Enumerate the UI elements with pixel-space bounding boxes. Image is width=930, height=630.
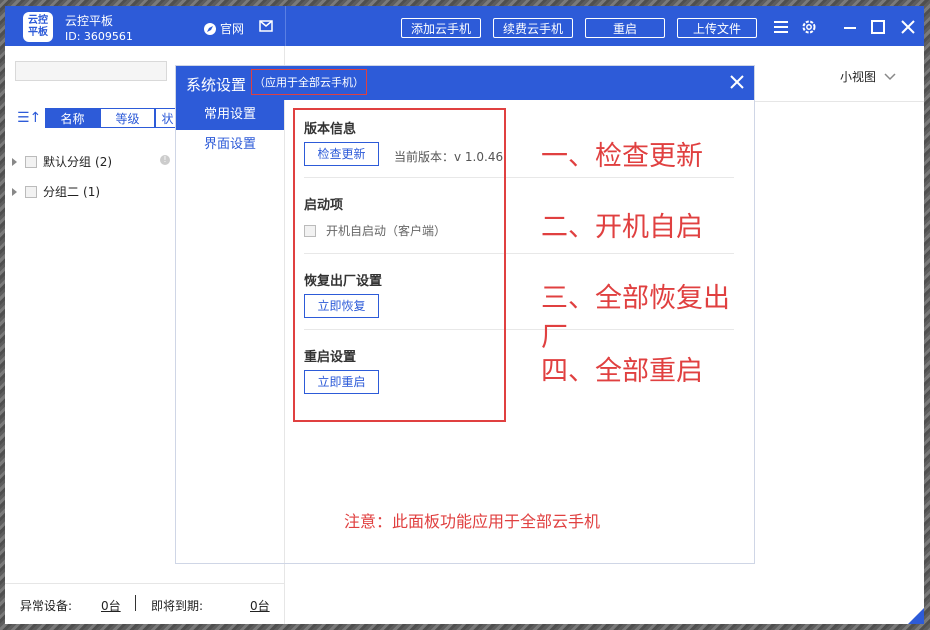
app-id: ID: 3609561 xyxy=(65,30,133,43)
system-settings-dialog: 系统设置 （应用于全部云手机） 常用设置 界面设置 版本信息 检查更新 当前版本… xyxy=(175,65,755,564)
annotation-3: 三、全部恢复出厂 xyxy=(541,283,730,353)
group-checkbox[interactable] xyxy=(25,185,37,198)
official-site-link[interactable]: 官网 xyxy=(203,20,244,37)
restart-button[interactable]: 重启 xyxy=(585,18,665,38)
view-mode-label: 小视图 xyxy=(839,70,876,84)
sort-tab-name[interactable]: 名称 xyxy=(45,108,100,128)
minimize-icon[interactable] xyxy=(841,18,859,36)
nav-general-settings[interactable]: 常用设置 xyxy=(176,100,284,130)
annotation-2: 二、开机自启 xyxy=(541,212,703,243)
expand-arrow-icon[interactable] xyxy=(12,157,17,166)
upload-file-button[interactable]: 上传文件 xyxy=(677,18,757,38)
compass-icon xyxy=(204,22,216,35)
group-count: (2) xyxy=(95,154,113,169)
dialog-title: 系统设置 xyxy=(186,76,247,94)
sort-tabs: 名称 等级 状 xyxy=(45,108,180,128)
group-checkbox[interactable] xyxy=(25,155,37,168)
mail-icon[interactable] xyxy=(259,20,273,32)
group-label: 分组二 xyxy=(43,185,80,199)
group-item-default[interactable]: 默认分组 (2) xyxy=(12,153,112,170)
nav-interface-settings[interactable]: 界面设置 xyxy=(176,130,284,160)
group-item-two[interactable]: 分组二 (1) xyxy=(12,183,100,200)
annotation-1: 一、检查更新 xyxy=(541,141,703,172)
titlebar-divider xyxy=(285,6,286,46)
dialog-close-icon[interactable] xyxy=(728,73,746,91)
group-label: 默认分组 xyxy=(43,155,92,169)
status-footer: 异常设备: 0台 即将到期: 0台 xyxy=(5,583,284,624)
chevron-down-icon xyxy=(884,72,896,80)
gear-icon[interactable] xyxy=(800,18,818,36)
abnormal-count-link[interactable]: 0台 xyxy=(101,597,121,614)
official-site-label: 官网 xyxy=(220,22,245,36)
settings-nav: 常用设置 界面设置 xyxy=(176,100,285,563)
abnormal-label: 异常设备: xyxy=(20,599,73,613)
panel-note: 注意：此面板功能应用于全部云手机 xyxy=(344,512,601,531)
expiring-count-link[interactable]: 0台 xyxy=(250,597,270,614)
sort-tab-level[interactable]: 等级 xyxy=(100,108,155,128)
title-bar: 云控 平板 云控平板 ID: 3609561 官网 添加云手机 续费云手机 重启 … xyxy=(5,6,924,46)
dialog-subtitle: （应用于全部云手机） xyxy=(251,69,367,95)
view-mode-select[interactable]: 小视图 xyxy=(840,68,896,85)
expiring-label: 即将到期: xyxy=(151,599,204,613)
resize-handle[interactable] xyxy=(908,608,924,624)
dialog-header: 系统设置 （应用于全部云手机） xyxy=(176,66,754,100)
app-name: 云控平板 xyxy=(65,14,114,28)
add-phone-button[interactable]: 添加云手机 xyxy=(401,18,481,38)
footer-divider xyxy=(135,595,136,611)
alert-icon: ! xyxy=(160,155,170,165)
annotation-4: 四、全部重启 xyxy=(541,356,703,387)
maximize-icon[interactable] xyxy=(869,18,887,36)
close-icon[interactable] xyxy=(899,18,917,36)
highlight-box xyxy=(293,108,506,422)
expand-arrow-icon[interactable] xyxy=(12,187,17,196)
menu-icon[interactable] xyxy=(772,18,790,36)
search-input[interactable] xyxy=(15,61,167,81)
renew-phone-button[interactable]: 续费云手机 xyxy=(493,18,573,38)
sort-icon[interactable]: ☰↑ xyxy=(17,110,41,126)
app-logo: 云控 平板 xyxy=(23,12,53,42)
group-count: (1) xyxy=(83,184,101,199)
